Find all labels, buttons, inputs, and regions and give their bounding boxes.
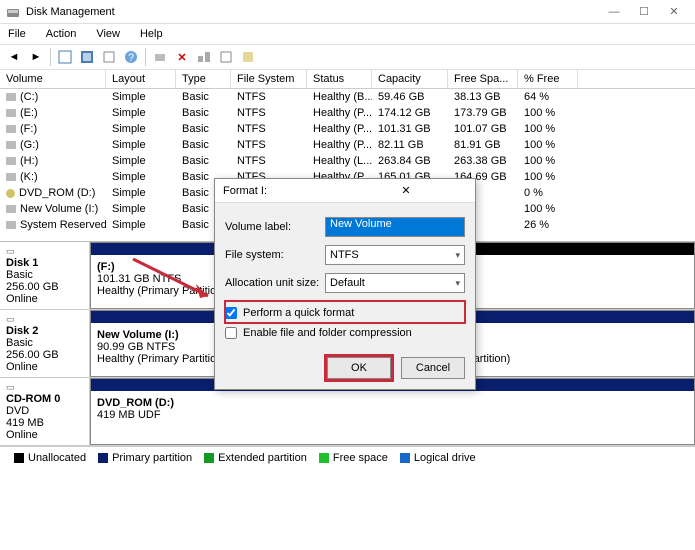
toolbar-icon[interactable] [55,47,75,67]
legend-swatch-primary [98,453,108,463]
disk-info[interactable]: ▭Disk 1Basic256.00 GBOnline [0,242,90,309]
col-freespace[interactable]: Free Spa... [448,70,518,88]
back-icon[interactable]: ◄ [4,47,24,67]
legend-extended: Extended partition [218,452,307,464]
chevron-down-icon: ▾ [455,278,460,289]
allocation-size-label: Allocation unit size: [225,277,325,289]
dialog-titlebar[interactable]: Format I: ✕ [215,179,475,203]
delete-icon[interactable]: ✕ [172,47,192,67]
table-row[interactable]: (H:)SimpleBasicNTFSHealthy (L...263.84 G… [0,153,695,169]
chevron-down-icon: ▾ [455,250,460,261]
close-button[interactable]: ✕ [659,2,689,22]
toolbar-icon[interactable] [216,47,236,67]
filesystem-label: File system: [225,249,325,261]
quick-format-checkbox[interactable]: Perform a quick format [225,307,465,319]
column-headers: Volume Layout Type File System Status Ca… [0,70,695,89]
menu-file[interactable]: File [4,26,30,42]
menu-bar: File Action View Help [0,24,695,44]
legend-free: Free space [333,452,388,464]
col-filesystem[interactable]: File System [231,70,307,88]
window-title: Disk Management [26,6,599,18]
menu-view[interactable]: View [92,26,124,42]
col-layout[interactable]: Layout [106,70,176,88]
ok-button[interactable]: OK [327,357,391,379]
properties-icon[interactable] [99,47,119,67]
svg-text:?: ? [128,52,134,64]
title-bar: Disk Management — ☐ ✕ [0,0,695,24]
col-status[interactable]: Status [307,70,372,88]
maximize-button[interactable]: ☐ [629,2,659,22]
col-type[interactable]: Type [176,70,231,88]
legend-primary: Primary partition [112,452,192,464]
menu-action[interactable]: Action [42,26,81,42]
toolbar-icon[interactable] [194,47,214,67]
table-row[interactable]: (C:)SimpleBasicNTFSHealthy (B...59.46 GB… [0,89,695,105]
dialog-title: Format I: [223,185,345,197]
legend: Unallocated Primary partition Extended p… [0,446,695,468]
forward-icon[interactable]: ► [26,47,46,67]
volume-label-input[interactable]: New Volume [325,217,465,237]
disk-info[interactable]: ▭CD-ROM 0DVD419 MBOnline [0,378,90,445]
compression-checkbox[interactable]: Enable file and folder compression [225,327,465,339]
col-volume[interactable]: Volume [0,70,106,88]
volume-label-label: Volume label: [225,221,325,233]
toolbar-icon[interactable] [150,47,170,67]
menu-help[interactable]: Help [136,26,167,42]
cancel-button[interactable]: Cancel [401,357,465,379]
app-icon [6,5,20,19]
legend-swatch-unallocated [14,453,24,463]
refresh-icon[interactable] [77,47,97,67]
toolbar: ◄ ► ? ✕ [0,44,695,70]
help-icon[interactable]: ? [121,47,141,67]
format-dialog: Format I: ✕ Volume label: New Volume Fil… [214,178,476,390]
dialog-close-icon[interactable]: ✕ [345,184,467,197]
table-row[interactable]: (G:)SimpleBasicNTFSHealthy (P...82.11 GB… [0,137,695,153]
legend-logical: Logical drive [414,452,476,464]
legend-unallocated: Unallocated [28,452,86,464]
disk-info[interactable]: ▭Disk 2Basic256.00 GBOnline [0,310,90,377]
legend-swatch-free [319,453,329,463]
filesystem-select[interactable]: NTFS▾ [325,245,465,265]
toolbar-icon[interactable] [238,47,258,67]
allocation-size-select[interactable]: Default▾ [325,273,465,293]
col-capacity[interactable]: Capacity [372,70,448,88]
table-row[interactable]: (E:)SimpleBasicNTFSHealthy (P...174.12 G… [0,105,695,121]
minimize-button[interactable]: — [599,2,629,22]
table-row[interactable]: (F:)SimpleBasicNTFSHealthy (P...101.31 G… [0,121,695,137]
legend-swatch-extended [204,453,214,463]
legend-swatch-logical [400,453,410,463]
col-pctfree[interactable]: % Free [518,70,578,88]
